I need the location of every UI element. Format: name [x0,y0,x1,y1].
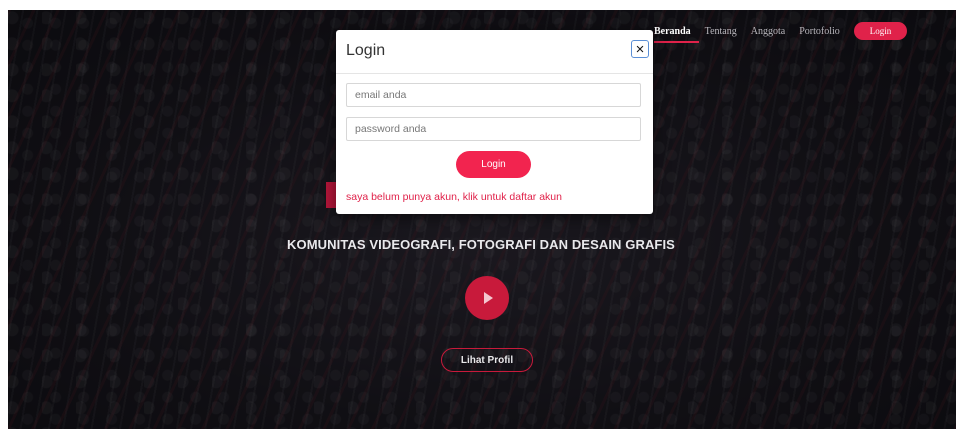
login-modal: Login × Login saya belum punya akun, kli… [336,30,653,214]
close-button[interactable]: × [631,40,649,58]
password-field[interactable] [346,117,641,141]
nav-item-tentang[interactable]: Tentang [705,26,737,37]
register-link[interactable]: saya belum punya akun, klik untuk daftar… [346,191,562,203]
close-icon: × [635,40,645,58]
play-icon [484,292,493,304]
play-video-button[interactable] [465,276,509,320]
nav-login-button[interactable]: Login [853,22,908,40]
view-profile-button[interactable]: Lihat Profil [441,348,533,372]
hero-tagline: KOMUNITAS VIDEOGRAFI, FOTOGRAFI DAN DESA… [287,237,675,252]
modal-title: Login [346,42,386,59]
email-field[interactable] [346,83,641,107]
login-submit-button[interactable]: Login [456,151,531,178]
modal-header: Login × [336,30,653,74]
nav-item-portofolio[interactable]: Portofolio [799,26,840,37]
nav-item-anggota[interactable]: Anggota [751,26,785,37]
top-nav: Beranda Tentang Anggota Portofolio Login [654,22,908,43]
nav-item-beranda[interactable]: Beranda [654,26,699,43]
